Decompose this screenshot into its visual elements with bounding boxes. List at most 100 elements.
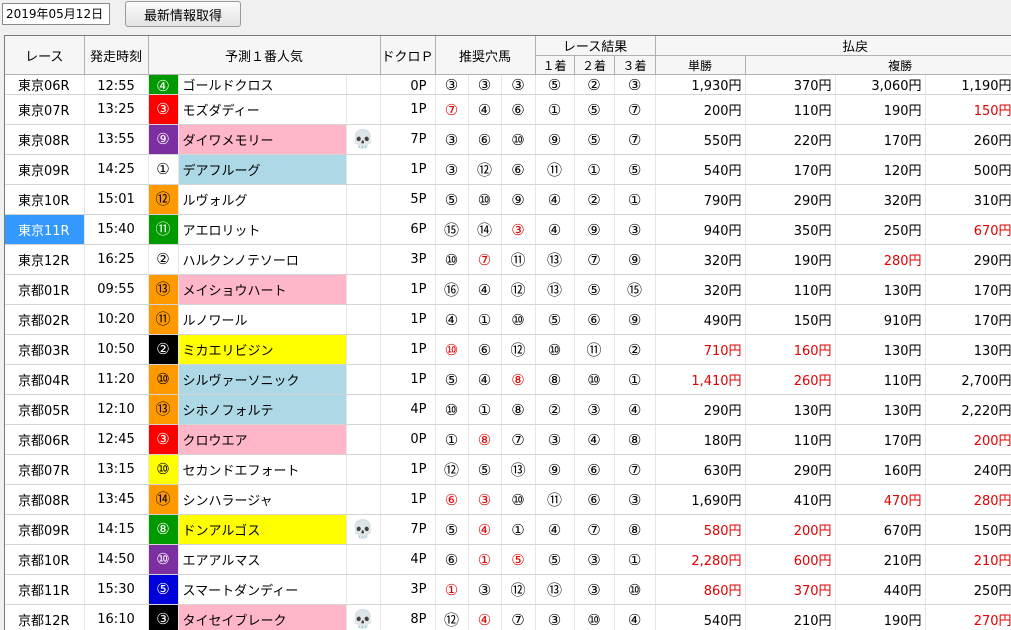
skull-cell	[346, 304, 381, 335]
race-cell[interactable]: 京都05R	[5, 394, 85, 425]
time-cell: 12:10	[84, 394, 149, 425]
table-row[interactable]: 東京09R 14:25 ① デアフルーグ 1P ③ ⑫ ⑥ ⑪ ① ⑤ 540円 170円 120円 500…	[5, 154, 1011, 185]
result-cell: ③	[614, 484, 656, 515]
col-favorite-header[interactable]: 予測１番人気	[148, 36, 381, 75]
table-row[interactable]: 東京10R 15:01 ⑫ ルヴォルグ 5P ⑤ ⑩ ⑨ ④ ② ① 790円 290円 320円 310円	[5, 184, 1011, 215]
recommended-cell: ⑦	[468, 244, 502, 275]
table-row[interactable]: 京都05R 12:10 ⑬ シホノフォルテ 4P ⑩ ① ⑧ ② ③ ④ 290円 130円 130円 2,…	[5, 394, 1011, 425]
recommended-cell: ⑩	[468, 184, 502, 215]
horse-number-badge: ②	[148, 335, 177, 364]
dokuro-points-cell: 5P	[380, 184, 436, 215]
race-cell[interactable]: 京都03R	[5, 334, 85, 365]
table-row[interactable]: 京都09R 14:15 ⑧ ドンアルゴス 💀 7P ⑤ ④ ① ④ ⑦ ⑧ 580円 200円 670円 15…	[5, 514, 1011, 545]
table-row[interactable]: 京都11R 15:30 ⑤ スマートダンディー 3P ① ③ ⑫ ⑬ ③ ⑩ 860円 370円 440円…	[5, 574, 1011, 605]
time-cell: 16:25	[84, 244, 149, 275]
table-row[interactable]: 京都01R 09:55 ⑬ メイショウハート 1P ⑯ ④ ⑫ ⑬ ⑤ ⑮ 320円 110円 130円 1…	[5, 274, 1011, 305]
horse-name-cell: クロウエア	[178, 424, 347, 455]
race-cell[interactable]: 東京11R	[5, 214, 85, 245]
race-cell[interactable]: 京都09R	[5, 514, 85, 545]
place-payout-cell: 190円	[835, 604, 926, 630]
col-recommended-header[interactable]: 推奨穴馬	[435, 36, 536, 75]
refresh-button[interactable]: 最新情報取得	[125, 1, 241, 27]
race-cell[interactable]: 京都06R	[5, 424, 85, 455]
race-cell[interactable]: 東京07R	[5, 94, 85, 125]
table-row[interactable]: 京都06R 12:45 ③ クロウエア 0P ① ⑧ ⑦ ③ ④ ⑧ 180円 110円 170円 200円	[5, 424, 1011, 455]
col-win-header[interactable]: 単勝	[655, 55, 746, 75]
result-cell: ⑩	[574, 604, 615, 630]
place-payout-cell: 600円	[745, 544, 836, 575]
dokuro-points-cell: 3P	[380, 574, 436, 605]
col-second-header[interactable]: ２着	[574, 55, 615, 75]
table-row[interactable]: 京都07R 13:15 ⑩ セカンドエフォート 1P ⑫ ⑤ ⑬ ⑨ ⑥ ⑦ 630円 290円 160円…	[5, 454, 1011, 485]
recommended-cell: ⑮	[435, 214, 469, 245]
race-cell[interactable]: 東京08R	[5, 124, 85, 155]
horse-number-cell: ⑬	[148, 394, 179, 425]
horse-number-badge: ③	[148, 95, 177, 124]
col-first-header[interactable]: １着	[535, 55, 575, 75]
recommended-cell: ⑩	[435, 244, 469, 275]
table-row[interactable]: 東京11R 15:40 ⑪ アエロリット 6P ⑮ ⑭ ③ ④ ⑨ ③ 940円 350円 250円 670…	[5, 214, 1011, 245]
col-result-header[interactable]: レース結果	[535, 36, 656, 56]
place-payout-cell: 290円	[745, 184, 836, 215]
horse-number-cell: ③	[148, 604, 179, 630]
result-cell: ⑦	[614, 454, 656, 485]
result-cell: ①	[614, 544, 656, 575]
result-cell: ⑩	[574, 364, 615, 395]
race-cell[interactable]: 京都10R	[5, 544, 85, 575]
col-payout-header[interactable]: 払戻	[655, 36, 1011, 56]
recommended-cell: ⑧	[501, 394, 536, 425]
recommended-cell: ⑥	[435, 544, 469, 575]
table-row-partial[interactable]: 東京06R 12:55 ④ ゴールドクロス 0P ③ ③ ③ ⑤ ② ③ 1,930円 370円 3,06…	[5, 74, 1011, 95]
dokuro-points-cell: 1P	[380, 94, 436, 125]
win-payout-cell: 200円	[655, 94, 746, 125]
dokuro-points-cell: 1P	[380, 274, 436, 305]
race-cell[interactable]: 東京10R	[5, 184, 85, 215]
race-cell[interactable]: 京都08R	[5, 484, 85, 515]
result-cell: ⑦	[614, 94, 656, 125]
horse-number-cell: ⑨	[148, 124, 179, 155]
race-cell[interactable]: 京都04R	[5, 364, 85, 395]
place-payout-cell: 110円	[745, 424, 836, 455]
recommended-cell: ⑪	[501, 244, 536, 275]
place-payout-cell: 210円	[745, 604, 836, 630]
race-grid[interactable]: レース 発走時刻 予測１番人気 ドクロＰ 推奨穴馬 レース結果 払戻 １着 ２着…	[4, 35, 1011, 630]
dokuro-points-cell: 8P	[380, 604, 436, 630]
time-cell: 13:55	[84, 124, 149, 155]
horse-number-cell: ⑩	[148, 544, 179, 575]
col-time-header[interactable]: 発走時刻	[84, 36, 149, 75]
table-row[interactable]: 京都04R 11:20 ⑩ シルヴァーソニック 1P ⑤ ④ ⑧ ⑧ ⑩ ① 1,410円 260円 11…	[5, 364, 1011, 395]
race-cell[interactable]: 京都07R	[5, 454, 85, 485]
date-display[interactable]: 2019年05月12日	[2, 3, 110, 25]
place-payout-cell: 150円	[925, 514, 1011, 545]
race-cell[interactable]: 京都11R	[5, 574, 85, 605]
race-cell[interactable]: 京都12R	[5, 604, 85, 630]
col-dokuro-header[interactable]: ドクロＰ	[380, 36, 436, 75]
dokuro-points-cell: 1P	[380, 334, 436, 365]
race-cell[interactable]: 京都01R	[5, 274, 85, 305]
col-race-header[interactable]: レース	[5, 36, 85, 75]
race-cell[interactable]: 東京09R	[5, 154, 85, 185]
col-third-header[interactable]: ３着	[614, 55, 656, 75]
table-row[interactable]: 京都10R 14:50 ⑩ エアアルマス 4P ⑥ ① ⑤ ⑤ ③ ① 2,280円 600円 210円 2…	[5, 544, 1011, 575]
col-place-header[interactable]: 複勝	[745, 55, 1011, 75]
result-cell: ⑦	[574, 244, 615, 275]
recommended-cell: ⑨	[501, 184, 536, 215]
result-cell: ⑦	[574, 514, 615, 545]
recommended-cell: ③	[501, 74, 536, 95]
table-row[interactable]: 東京08R 13:55 ⑨ ダイワメモリー 💀 7P ③ ⑥ ⑩ ⑨ ⑤ ⑦ 550円 220円 170円 2…	[5, 124, 1011, 155]
table-row[interactable]: 京都02R 10:20 ⑪ ルノワール 1P ④ ① ⑩ ⑤ ⑥ ⑨ 490円 150円 910円 170円	[5, 304, 1011, 335]
table-row[interactable]: 京都08R 13:45 ⑭ シンハラージャ 1P ⑥ ③ ⑩ ⑪ ⑥ ③ 1,690円 410円 470円…	[5, 484, 1011, 515]
race-cell[interactable]: 京都02R	[5, 304, 85, 335]
table-row[interactable]: 京都03R 10:50 ② ミカエリビジン 1P ⑩ ⑥ ⑫ ⑩ ⑪ ② 710円 160円 130円 13…	[5, 334, 1011, 365]
race-cell[interactable]: 東京12R	[5, 244, 85, 275]
table-row[interactable]: 東京07R 13:25 ③ モズダディー 1P ⑦ ④ ⑥ ① ⑤ ⑦ 200円 110円 190円 150…	[5, 94, 1011, 125]
table-row[interactable]: 東京12R 16:25 ② ハルクンノテソーロ 3P ⑩ ⑦ ⑪ ⑬ ⑦ ⑨ 320円 190円 280円…	[5, 244, 1011, 275]
race-cell[interactable]: 東京06R	[5, 74, 85, 95]
result-cell: ⑨	[614, 304, 656, 335]
dokuro-points-cell: 1P	[380, 364, 436, 395]
place-payout-cell: 210円	[925, 544, 1011, 575]
table-row[interactable]: 京都12R 16:10 ③ タイセイブレーク 💀 8P ⑫ ④ ⑦ ③ ⑩ ④ 540円 210円 190円…	[5, 604, 1011, 630]
skull-cell	[346, 394, 381, 425]
horse-name-cell: メイショウハート	[178, 274, 347, 305]
skull-cell	[346, 544, 381, 575]
